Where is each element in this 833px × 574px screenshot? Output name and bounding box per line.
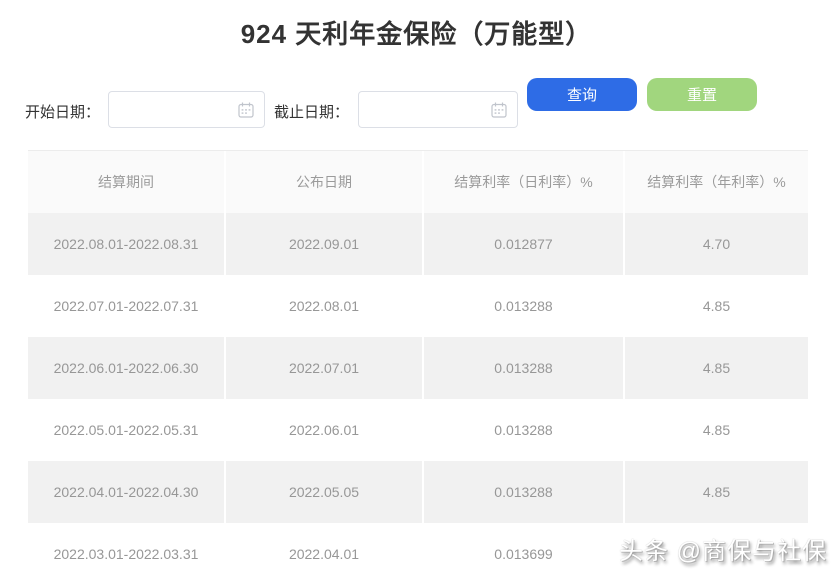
start-date-label: 开始日期： <box>25 104 101 121</box>
cell-period: 2022.05.01-2022.05.31 <box>28 399 224 461</box>
cell-daily-rate: 0.013288 <box>424 399 623 461</box>
cell-daily-rate: 0.013288 <box>424 275 623 337</box>
cell-publish-date: 2022.07.01 <box>226 337 422 399</box>
query-button[interactable]: 查询 <box>527 78 637 111</box>
cell-annual-rate: 4.85 <box>625 461 808 523</box>
cell-publish-date: 2022.09.01 <box>226 213 422 275</box>
reset-button[interactable]: 重置 <box>647 78 757 111</box>
col-header-publish-date: 公布日期 <box>226 151 422 213</box>
cell-daily-rate: 0.012877 <box>424 213 623 275</box>
cell-annual-rate: 4.70 <box>625 213 808 275</box>
rate-table: 结算期间 公布日期 结算利率（日利率）% 结算利率（年利率）% 2022.08.… <box>28 150 808 570</box>
end-date-input[interactable] <box>369 92 488 129</box>
cell-period: 2022.07.01-2022.07.31 <box>28 275 224 337</box>
cell-publish-date: 2022.04.01 <box>226 523 422 570</box>
col-header-annual-rate: 结算利率（年利率）% <box>625 151 808 213</box>
end-date-label: 截止日期： <box>274 104 350 121</box>
calendar-icon[interactable] <box>237 101 255 119</box>
cell-daily-rate: 0.013288 <box>424 337 623 399</box>
cell-annual-rate: 4.85 <box>625 399 808 461</box>
cell-period: 2022.08.01-2022.08.31 <box>28 213 224 275</box>
cell-period: 2022.06.01-2022.06.30 <box>28 337 224 399</box>
cell-daily-rate: 0.013699 <box>424 523 623 570</box>
start-date-input[interactable] <box>119 92 238 129</box>
cell-period: 2022.03.01-2022.03.31 <box>28 523 224 570</box>
cell-publish-date: 2022.05.05 <box>226 461 422 523</box>
toutiao-watermark: 头条 @商保与社保 <box>618 538 827 565</box>
cell-daily-rate: 0.013288 <box>424 461 623 523</box>
page-title: 924 天利年金保险（万能型） <box>240 19 593 49</box>
cell-publish-date: 2022.06.01 <box>226 399 422 461</box>
cell-period: 2022.04.01-2022.04.30 <box>28 461 224 523</box>
end-date-input-wrap[interactable] <box>358 91 518 129</box>
cell-publish-date: 2022.08.01 <box>226 275 422 337</box>
col-header-period: 结算期间 <box>28 151 224 213</box>
cell-annual-rate: 4.85 <box>625 275 808 337</box>
col-header-daily-rate: 结算利率（日利率）% <box>424 151 623 213</box>
calendar-icon[interactable] <box>490 101 508 119</box>
start-date-input-wrap[interactable] <box>108 91 265 129</box>
cell-annual-rate: 4.85 <box>625 337 808 399</box>
